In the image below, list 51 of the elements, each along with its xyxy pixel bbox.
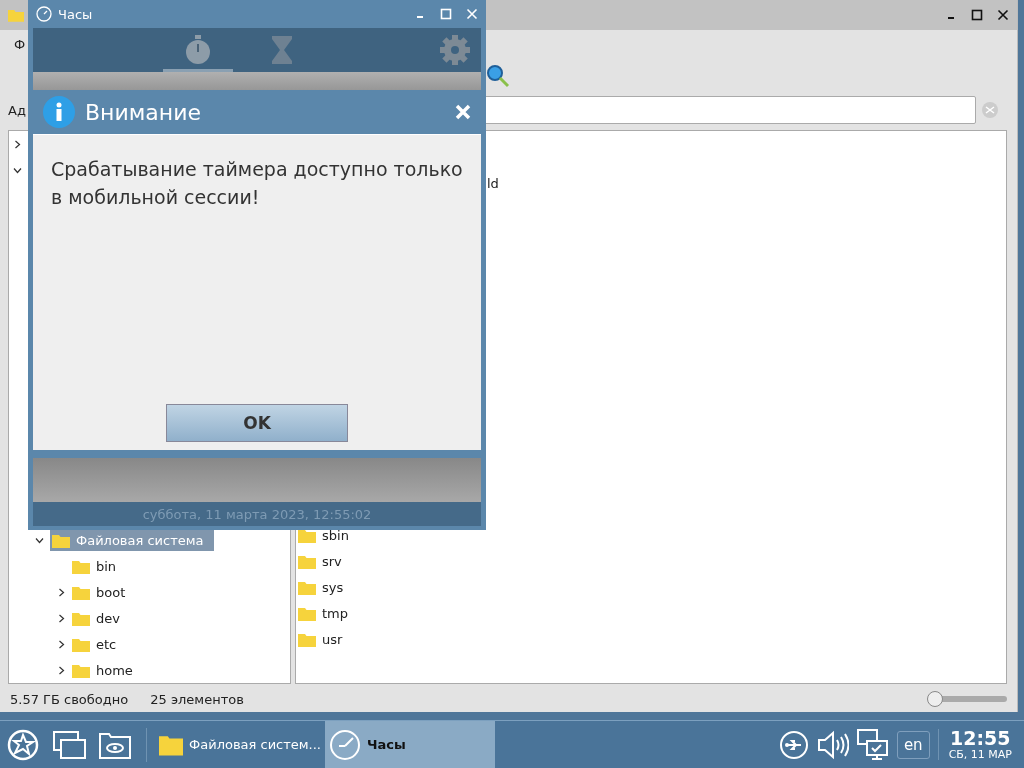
zoom-slider[interactable] xyxy=(927,691,1007,707)
volume-icon[interactable] xyxy=(816,729,849,760)
taskbar-task[interactable]: Часы xyxy=(325,721,495,768)
search-icon[interactable] xyxy=(486,64,510,88)
folder-icon xyxy=(72,558,90,574)
usb-icon[interactable] xyxy=(778,729,809,760)
folder-icon xyxy=(72,636,90,652)
file-item[interactable]: srv xyxy=(322,553,342,569)
close-icon[interactable] xyxy=(997,9,1009,21)
free-space-text: 5.57 ГБ свободно xyxy=(10,691,129,707)
keyboard-layout-indicator[interactable]: en xyxy=(896,730,930,759)
dialog-title: Внимание xyxy=(85,99,202,125)
file-item[interactable]: sys xyxy=(322,579,344,595)
folder-icon xyxy=(298,605,316,621)
folder-icon xyxy=(298,553,316,569)
info-icon xyxy=(43,96,75,128)
tree-item[interactable]: home xyxy=(96,662,133,678)
address-field[interactable] xyxy=(483,96,976,124)
tree-item[interactable]: bin xyxy=(96,558,117,574)
date-time-text: суббота, 11 марта 2023, 12:55:02 xyxy=(142,506,372,522)
tree-item[interactable]: boot xyxy=(96,584,126,600)
item-count-text: 25 элементов xyxy=(150,691,244,707)
dialog-message: Срабатывание таймера доступно только в мобильной сессии! xyxy=(51,157,463,210)
clock-icon xyxy=(36,6,52,22)
maximize-icon[interactable] xyxy=(971,9,983,21)
folder-icon xyxy=(72,662,90,678)
clock-time[interactable]: 12:55 xyxy=(950,728,1011,749)
folder-icon xyxy=(8,8,24,22)
file-item[interactable]: usr xyxy=(322,631,343,647)
address-label: Ад xyxy=(8,102,26,118)
clock-date[interactable]: СБ, 11 МАР xyxy=(948,748,1012,761)
tree-item[interactable]: dev xyxy=(96,610,120,626)
ok-button[interactable]: OK xyxy=(166,404,348,442)
file-item[interactable]: ld xyxy=(487,175,499,191)
stopwatch-icon xyxy=(183,33,213,66)
tree-item[interactable]: etc xyxy=(96,636,117,652)
file-item[interactable]: sbin xyxy=(322,527,349,543)
menu-item[interactable]: Ф xyxy=(14,36,26,52)
taskbar-task[interactable]: Файловая систем... xyxy=(155,721,325,768)
hourglass-icon xyxy=(270,33,294,66)
start-menu-icon[interactable] xyxy=(7,728,39,761)
windows-icon[interactable] xyxy=(52,729,86,760)
network-icon[interactable] xyxy=(856,728,889,761)
folder-icon xyxy=(298,579,316,595)
clock-icon xyxy=(329,728,361,761)
folder-icon xyxy=(72,584,90,600)
folder-icon xyxy=(298,631,316,647)
file-item[interactable]: tmp xyxy=(322,605,348,621)
window-title: Часы xyxy=(58,6,93,22)
folder-icon xyxy=(72,610,90,626)
folder-icon xyxy=(52,532,70,548)
